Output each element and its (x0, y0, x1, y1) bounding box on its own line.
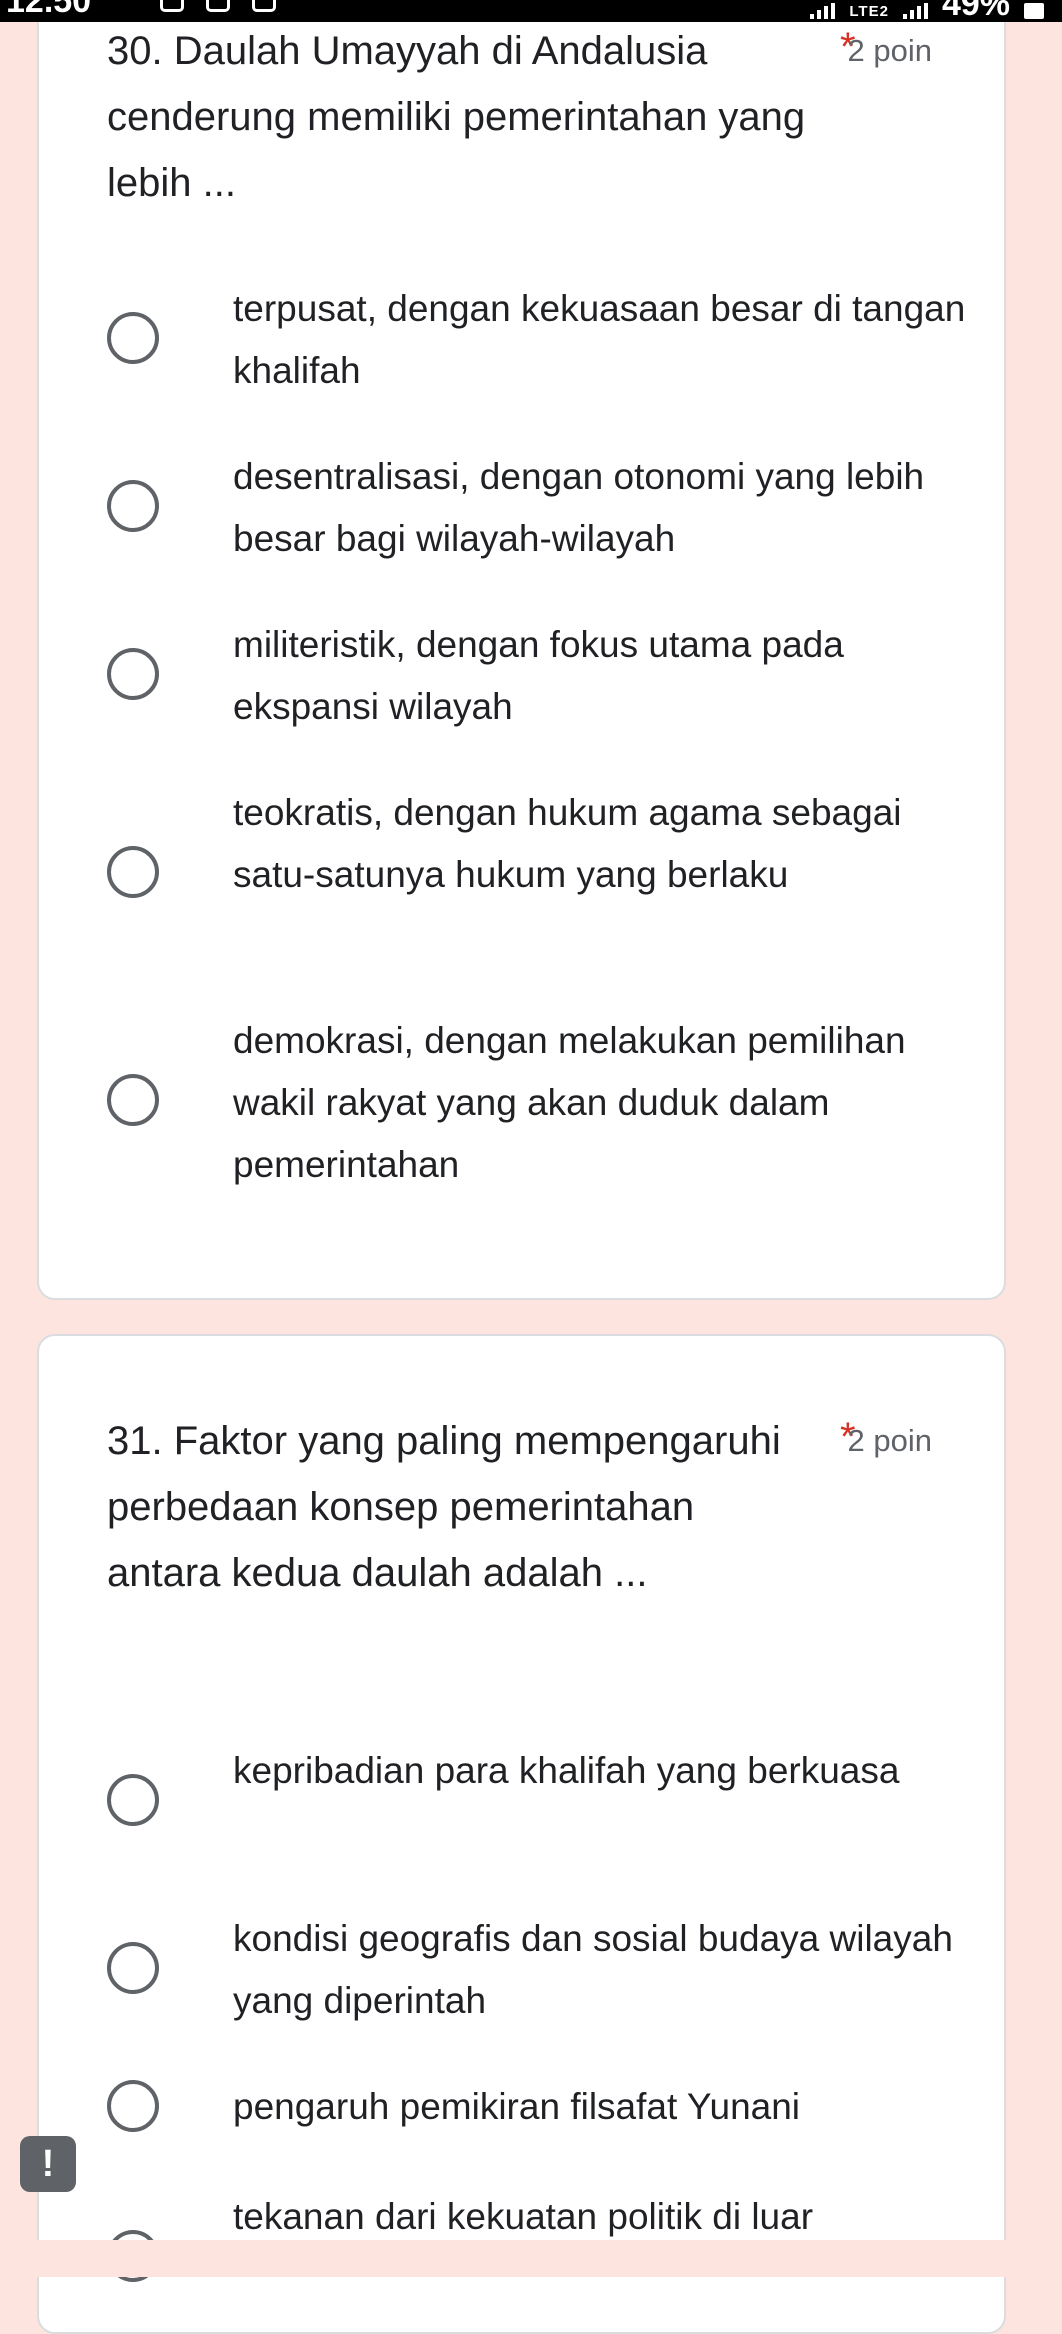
option-label[interactable]: pengaruh pemikiran filsafat Yunani (233, 2076, 973, 2138)
check-notification-icon (206, 0, 230, 12)
question-card-31: 31. Faktor yang paling mempengaruhi perb… (37, 1334, 1006, 2334)
status-time: 12.50 (6, 0, 92, 20)
radio-button[interactable] (107, 1942, 159, 1994)
question-header: 31. Faktor yang paling mempengaruhi perb… (107, 1408, 977, 1606)
radio-button[interactable] (107, 1074, 159, 1126)
option-label[interactable]: terpusat, dengan kekuasaan besar di tang… (233, 278, 973, 402)
alert-badge[interactable]: ! (20, 2136, 76, 2192)
option-label[interactable]: demokrasi, dengan melakukan pemilihan wa… (233, 1010, 973, 1196)
signal-icon (810, 3, 836, 19)
option-label[interactable]: kondisi geografis dan sosial budaya wila… (233, 1908, 973, 2032)
option-label[interactable]: desentralisasi, dengan otonomi yang lebi… (233, 446, 973, 570)
radio-button[interactable] (107, 648, 159, 700)
radio-button[interactable] (107, 480, 159, 532)
radio-button[interactable] (107, 1774, 159, 1826)
option-label[interactable]: militeristik, dengan fokus utama pada ek… (233, 614, 973, 738)
bottom-edge (0, 2240, 1062, 2277)
question-points: 2 poin (847, 1423, 932, 1458)
question-text: 30. Daulah Umayyah di Andalusia cenderun… (107, 29, 806, 205)
option-label[interactable]: tekanan dari kekuatan politik di luar (233, 2186, 973, 2248)
question-text: 31. Faktor yang paling mempengaruhi perb… (107, 1419, 781, 1595)
battery-percent: 49% (941, 0, 1010, 22)
option-label[interactable]: kepribadian para khalifah yang berkuasa (233, 1740, 973, 1802)
battery-icon (1024, 3, 1044, 19)
radio-button[interactable] (107, 312, 159, 364)
notification-icons (160, 0, 276, 12)
question-header: 30. Daulah Umayyah di Andalusia cenderun… (107, 18, 977, 216)
image-notification-icon (252, 0, 276, 12)
app-notification-icon (160, 0, 184, 12)
status-right: LTE2 49% (810, 0, 1044, 22)
option-label[interactable]: teokratis, dengan hukum agama sebagai sa… (233, 782, 973, 906)
signal-2-icon (902, 3, 928, 19)
radio-button[interactable] (107, 2080, 159, 2132)
network-label: LTE2 (849, 2, 889, 20)
radio-button[interactable] (107, 846, 159, 898)
status-bar: 12.50 LTE2 49% (0, 0, 1062, 22)
question-points: 2 poin (847, 33, 932, 68)
question-card-30: 30. Daulah Umayyah di Andalusia cenderun… (37, 0, 1006, 1300)
